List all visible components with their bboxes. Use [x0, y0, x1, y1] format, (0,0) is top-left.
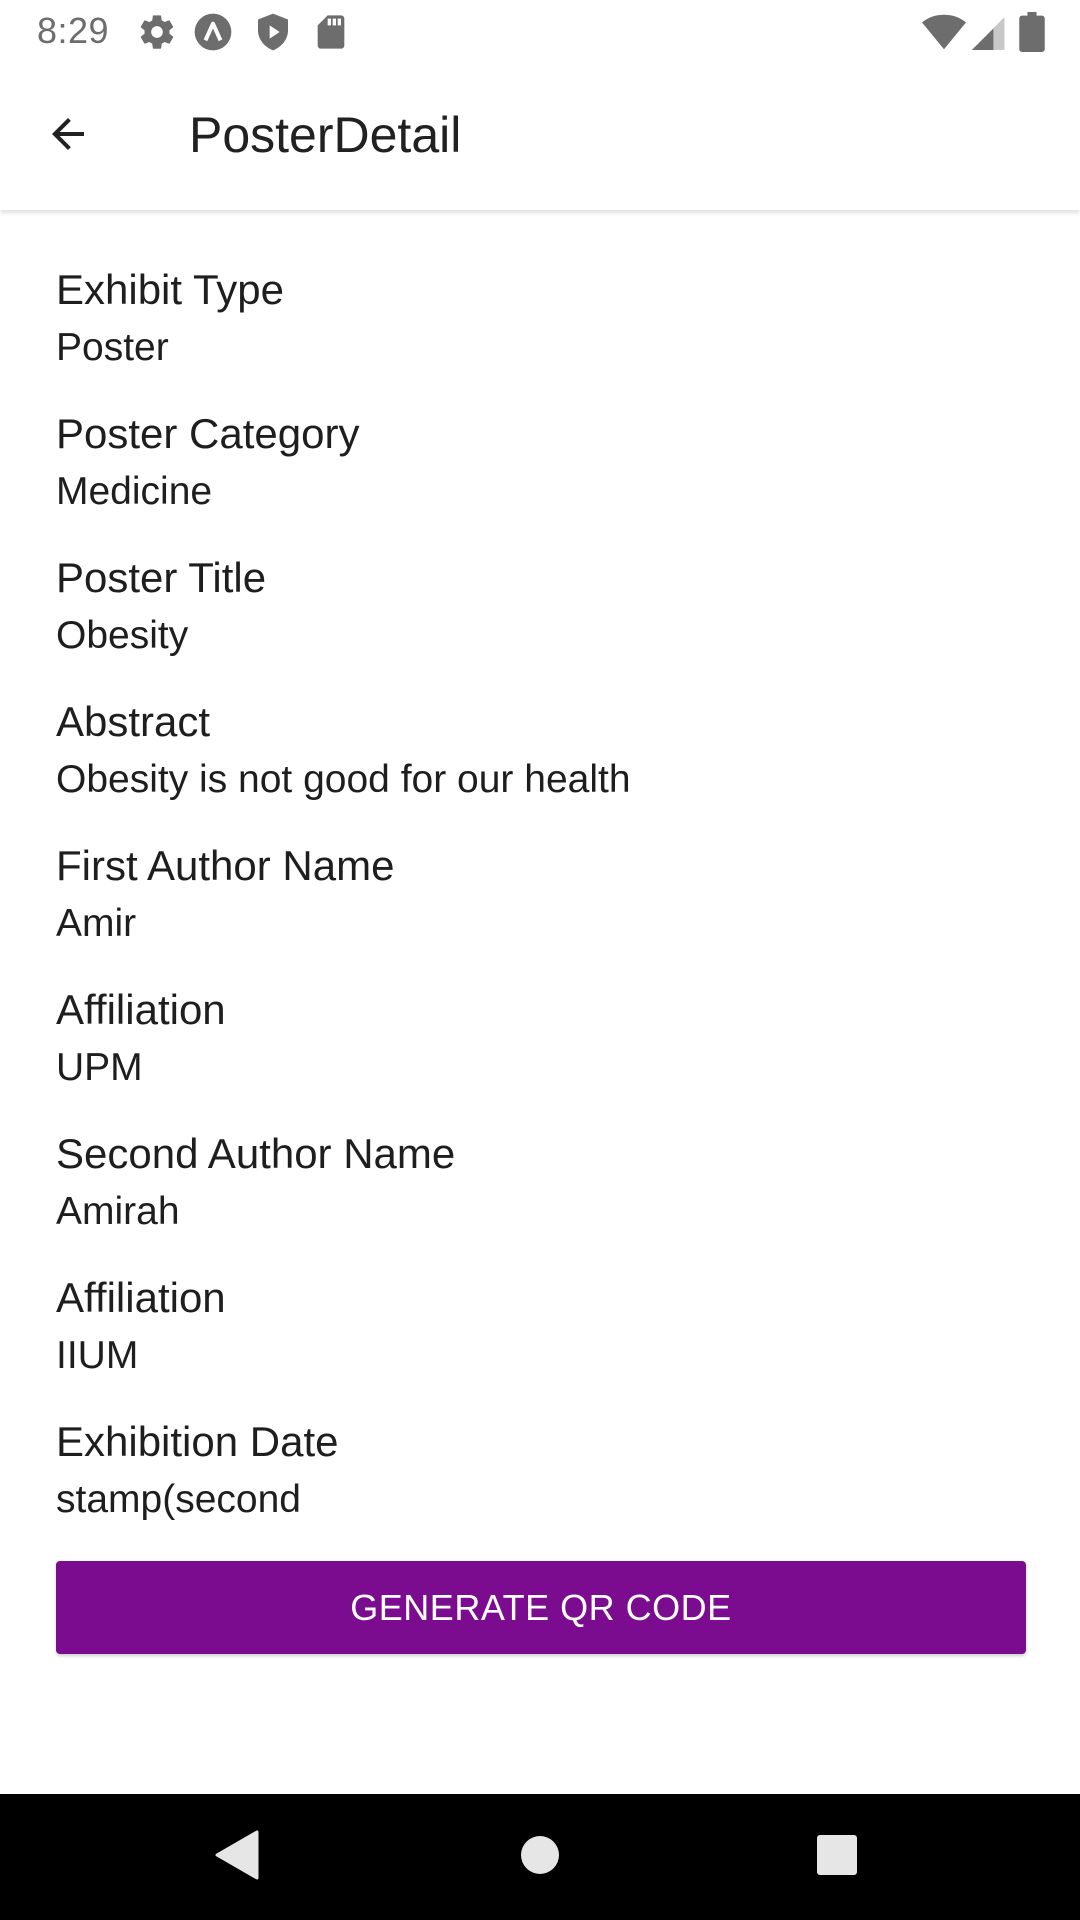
generate-qr-code-button[interactable]: GENERATE QR CODE	[56, 1561, 1026, 1654]
field-label: Poster Category	[56, 410, 360, 457]
field-value: Poster	[56, 326, 169, 369]
field-label: Poster Title	[56, 554, 267, 601]
back-button[interactable]	[26, 94, 110, 178]
field-value: Medicine	[56, 470, 213, 513]
app-bar: PosterDetail	[0, 63, 1080, 210]
circle-home-icon	[520, 1835, 560, 1880]
field-value: Obesity is not good for our health	[56, 758, 631, 801]
field-poster-title: Poster Title Obesity	[56, 550, 1026, 694]
field-value: UPM	[56, 1046, 143, 1089]
a-circle-icon	[193, 12, 233, 52]
field-value: Amirah	[56, 1190, 180, 1233]
poster-detail-screen: 8:29 PosterDetail Exhibit Type Poster Po…	[0, 0, 1080, 1920]
cell-signal-icon	[970, 12, 1006, 52]
field-abstract: Abstract Obesity is not good for our hea…	[56, 694, 1026, 838]
field-second-author-name: Second Author Name Amirah	[56, 1126, 1026, 1270]
status-time: 8:29	[37, 10, 110, 51]
field-exhibit-type: Exhibit Type Poster	[56, 262, 1026, 406]
field-label: Second Author Name	[56, 1130, 456, 1177]
field-label: Abstract	[56, 698, 211, 745]
square-recents-icon	[816, 1834, 858, 1881]
field-poster-category: Poster Category Medicine	[56, 406, 1026, 550]
field-second-affiliation: Affiliation IIUM	[56, 1270, 1026, 1414]
field-label: Affiliation	[56, 986, 226, 1033]
shield-play-icon	[253, 12, 293, 52]
field-label: Exhibition Date	[56, 1418, 339, 1465]
field-value: Obesity	[56, 614, 189, 657]
field-exhibition-date: Exhibition Date stamp(second	[56, 1414, 1026, 1558]
field-first-affiliation: Affiliation UPM	[56, 982, 1026, 1126]
nav-home-button[interactable]	[507, 1824, 573, 1890]
field-label: Exhibit Type	[56, 266, 285, 313]
battery-icon	[1018, 12, 1046, 52]
wifi-icon	[921, 12, 967, 52]
nav-back-button[interactable]	[204, 1824, 270, 1890]
status-bar: 8:29	[0, 0, 1080, 63]
navigation-bar	[0, 1794, 1080, 1920]
field-label: Affiliation	[56, 1274, 226, 1321]
arrow-back-icon	[44, 110, 92, 163]
gear-icon	[137, 12, 177, 52]
field-first-author-name: First Author Name Amir	[56, 838, 1026, 982]
nav-recents-button[interactable]	[804, 1824, 870, 1890]
field-value: IIUM	[56, 1334, 139, 1377]
triangle-back-icon	[215, 1830, 259, 1885]
poster-detail-fields: Exhibit Type Poster Poster Category Medi…	[56, 262, 1026, 1558]
field-label: First Author Name	[56, 842, 395, 889]
sd-card-icon	[311, 12, 351, 52]
field-value: stamp(second	[56, 1478, 301, 1521]
page-title: PosterDetail	[189, 107, 462, 163]
field-value: Amir	[56, 902, 137, 945]
